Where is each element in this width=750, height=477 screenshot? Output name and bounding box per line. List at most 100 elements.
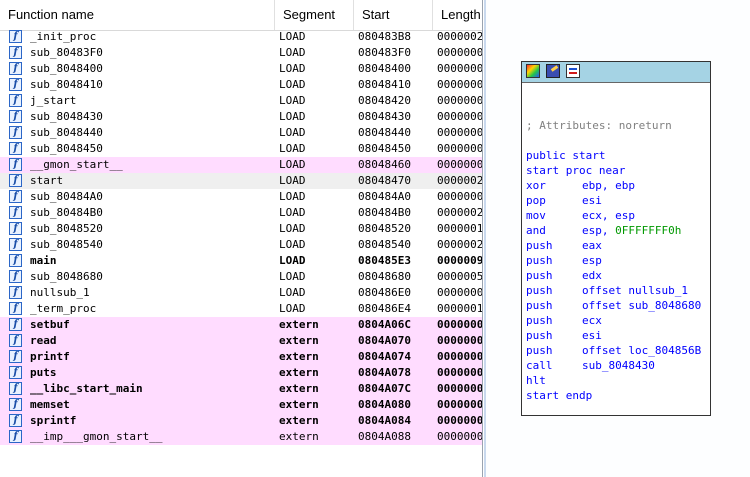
instruction-operand[interactable]: eax — [582, 238, 602, 253]
instruction-mnemonic[interactable]: mov — [526, 208, 546, 223]
instruction-mnemonic[interactable]: push — [526, 268, 553, 283]
length-cell: 00000022 — [437, 174, 482, 187]
code-line: push esp — [526, 253, 710, 268]
code-line: ; Attributes: noreturn — [526, 118, 710, 133]
function-row[interactable]: f __libc_start_main extern 0804A07C 00000004 — [0, 381, 482, 397]
instruction-operand[interactable]: offset nullsub_1 — [582, 283, 688, 298]
functions-list: f _init_proc LOAD 080483B8 00000023 f sub_8048… — [0, 29, 482, 445]
function-icon: f — [9, 78, 22, 91]
function-icon: f — [9, 222, 22, 235]
instruction-operand[interactable]: offset sub_8048680 — [582, 298, 701, 313]
instruction-operand[interactable]: offset loc_804856B — [582, 343, 701, 358]
instruction-operand[interactable]: esp, 0FFFFFFF0h — [582, 223, 681, 238]
function-row[interactable]: f _init_proc LOAD 080483B8 00000023 — [0, 29, 482, 45]
rename-icon[interactable] — [546, 64, 560, 78]
code-line: call sub_8048430 — [526, 358, 710, 373]
function-row[interactable]: f sub_80484A0 LOAD 080484A0 00000004 — [0, 189, 482, 205]
function-icon: f — [9, 270, 22, 283]
function-row[interactable]: f sub_8048430 LOAD 08048430 00000006 — [0, 109, 482, 125]
function-row[interactable]: f j_start LOAD 08048420 00000006 — [0, 93, 482, 109]
function-row[interactable]: f sub_8048680 LOAD 08048680 00000052 — [0, 269, 482, 285]
operand-text: esp — [582, 254, 602, 267]
graph-node-start[interactable]: ; Attributes: noreturn public start start … — [521, 61, 711, 416]
length-cell: 00000006 — [437, 110, 482, 123]
code-line: start endp — [526, 388, 710, 403]
instruction-mnemonic[interactable]: push — [526, 343, 553, 358]
function-row[interactable]: f sub_8048410 LOAD 08048410 00000006 — [0, 77, 482, 93]
function-row[interactable]: fsetbuf extern 0804A06C 00000004 — [0, 317, 482, 333]
segment-cell: LOAD — [279, 30, 306, 43]
graph-overview-icon[interactable] — [566, 64, 580, 78]
start-address-cell: 0804A07C — [358, 382, 411, 395]
code-text[interactable]: start proc near — [526, 164, 625, 177]
length-cell: 00000004 — [437, 414, 482, 427]
code-text[interactable]: start endp — [526, 389, 592, 402]
instruction-operand[interactable]: esi — [582, 328, 602, 343]
function-row[interactable]: fstart LOAD 08048470 00000022 — [0, 173, 482, 189]
instruction-mnemonic[interactable]: push — [526, 238, 553, 253]
function-row[interactable]: fmain LOAD 080485E3 00000095 — [0, 253, 482, 269]
instruction-mnemonic[interactable]: pop — [526, 193, 546, 208]
function-row[interactable]: f sub_80483F0 LOAD 080483F0 00000000 — [0, 45, 482, 61]
function-row[interactable]: f sub_8048520 LOAD 08048520 00000011 — [0, 221, 482, 237]
function-row[interactable]: f nullsub_1 LOAD 080486E0 00000002 — [0, 285, 482, 301]
length-cell: 00000004 — [437, 350, 482, 363]
function-row[interactable]: fprintf extern 0804A074 00000004 — [0, 349, 482, 365]
instruction-mnemonic[interactable]: and — [526, 223, 546, 238]
function-row[interactable]: fputs extern 0804A078 00000004 — [0, 365, 482, 381]
start-address-cell: 08048420 — [358, 94, 411, 107]
function-row[interactable]: fread extern 0804A070 00000004 — [0, 333, 482, 349]
color-palette-icon[interactable] — [526, 64, 540, 78]
function-row[interactable]: f sprintf extern 0804A084 00000004 — [0, 413, 482, 429]
start-address-cell: 0804A084 — [358, 414, 411, 427]
instruction-mnemonic[interactable]: xor — [526, 178, 546, 193]
instruction-mnemonic[interactable]: push — [526, 253, 553, 268]
length-cell: 00000004 — [437, 334, 482, 347]
column-header-function-name[interactable]: Function name — [0, 0, 275, 30]
length-cell: 00000004 — [437, 382, 482, 395]
functions-window: Function name Segment Start Length f _ini… — [0, 0, 483, 477]
instruction-mnemonic[interactable]: push — [526, 283, 553, 298]
function-row[interactable]: f sub_8048450 LOAD 08048450 00000006 — [0, 141, 482, 157]
length-cell: 00000004 — [437, 398, 482, 411]
function-row[interactable]: f _term_proc LOAD 080486E4 00000014 — [0, 301, 482, 317]
instruction-operand[interactable]: edx — [582, 268, 602, 283]
length-cell: 00000000 — [437, 46, 482, 59]
segment-cell: LOAD — [279, 46, 306, 59]
function-row[interactable]: f sub_8048400 LOAD 08048400 00000006 — [0, 61, 482, 77]
code-text[interactable]: public start — [526, 149, 605, 162]
function-row[interactable]: f __imp___gmon_start__ extern 0804A088 00000… — [0, 429, 482, 445]
column-header-segment[interactable]: Segment — [275, 0, 354, 30]
segment-cell: LOAD — [279, 94, 306, 107]
instruction-mnemonic[interactable]: call — [526, 358, 553, 373]
node-title-bar[interactable] — [522, 62, 710, 83]
column-header-length[interactable]: Length — [433, 0, 482, 30]
start-address-cell: 08048460 — [358, 158, 411, 171]
function-icon: f — [9, 158, 22, 171]
function-row[interactable]: f sub_8048440 LOAD 08048440 00000006 — [0, 125, 482, 141]
instruction-mnemonic[interactable]: push — [526, 313, 553, 328]
length-cell: 00000004 — [437, 190, 482, 203]
function-row[interactable]: f __gmon_start__ LOAD 08048460 00000006 — [0, 157, 482, 173]
instruction-operand[interactable]: ecx, esp — [582, 208, 635, 223]
code-line: push offset sub_8048680 — [526, 298, 710, 313]
instruction-operand[interactable]: ecx — [582, 313, 602, 328]
function-row[interactable]: f sub_80484B0 LOAD 080484B0 00000022 — [0, 205, 482, 221]
column-header-start[interactable]: Start — [354, 0, 433, 30]
function-icon: f — [9, 62, 22, 75]
code-line: push edx — [526, 268, 710, 283]
instruction-operand[interactable]: esi — [582, 193, 602, 208]
instruction-operand[interactable]: ebp, ebp — [582, 178, 635, 193]
instruction-operand[interactable]: sub_8048430 — [582, 358, 655, 373]
code-text[interactable]: hlt — [526, 374, 546, 387]
instruction-mnemonic[interactable]: push — [526, 298, 553, 313]
instruction-mnemonic[interactable]: push — [526, 328, 553, 343]
segment-cell: extern — [279, 318, 319, 331]
function-row[interactable]: f sub_8048540 LOAD 08048540 00000023 — [0, 237, 482, 253]
segment-cell: LOAD — [279, 222, 306, 235]
function-row[interactable]: fmemset extern 0804A080 00000004 — [0, 397, 482, 413]
start-address-cell: 08048470 — [358, 174, 411, 187]
instruction-operand[interactable]: esp — [582, 253, 602, 268]
start-address-cell: 0804A070 — [358, 334, 411, 347]
function-icon: f — [9, 142, 22, 155]
